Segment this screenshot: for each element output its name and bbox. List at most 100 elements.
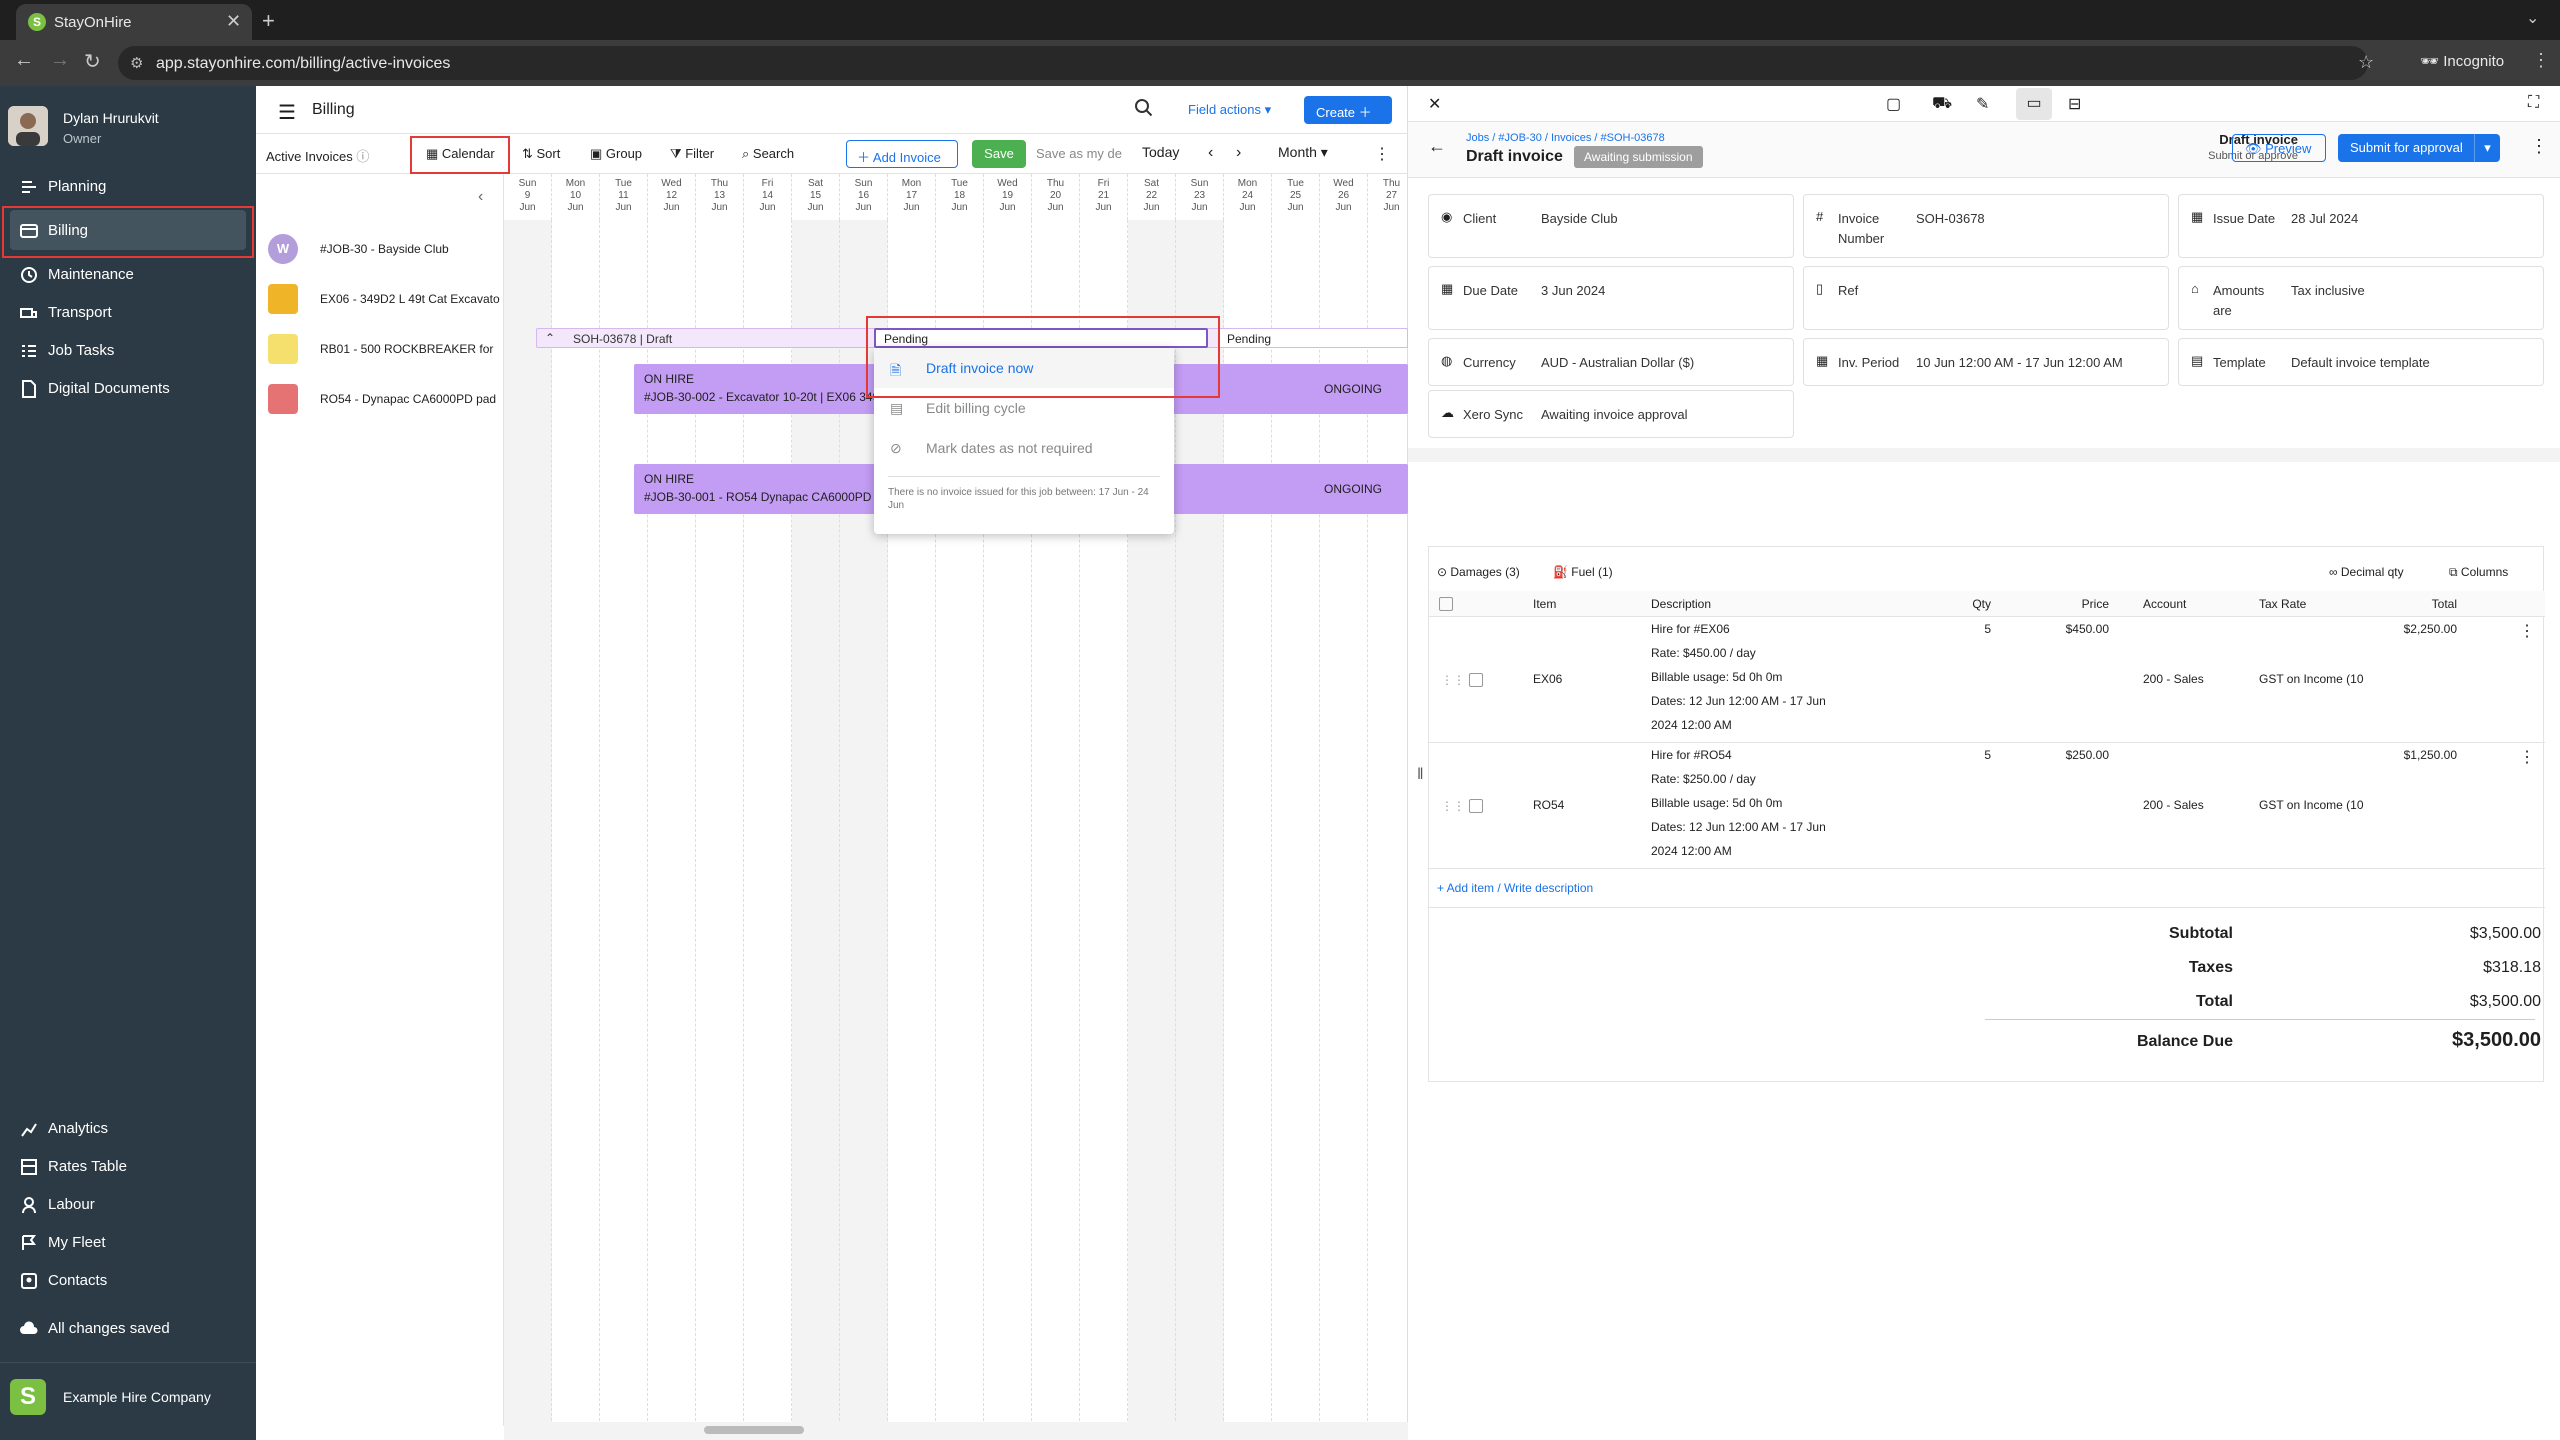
template-field[interactable]: ▤ Template Default invoice template <box>2178 338 2544 386</box>
scrollbar-thumb[interactable] <box>704 1426 804 1434</box>
account-cell[interactable]: 200 - Sales <box>2143 793 2204 817</box>
row-checkbox[interactable] <box>1469 673 1483 687</box>
row-checkbox[interactable] <box>1469 799 1483 813</box>
description-cell[interactable]: Hire for #EX06 Rate: $450.00 / day Billa… <box>1651 617 1826 737</box>
columns-button[interactable]: ⧉ Columns <box>2449 565 2508 580</box>
tax-rate-cell[interactable]: GST on Income (10 <box>2259 667 2369 691</box>
due-date-field[interactable]: ▦ Due Date 3 Jun 2024 <box>1428 266 1794 330</box>
column-header[interactable]: Item <box>1533 597 1556 611</box>
chevron-down-icon[interactable]: ▾ <box>2474 134 2500 162</box>
back-icon[interactable]: ← <box>1428 136 1446 157</box>
price-cell[interactable]: $250.00 <box>2029 743 2109 767</box>
menu-icon[interactable]: ☰ <box>278 100 296 125</box>
more-options-icon[interactable]: ⋮ <box>1374 144 1390 164</box>
incognito-indicator[interactable]: 🕶 Incognito <box>2420 52 2504 70</box>
resource-row[interactable]: RO54 - Dynapac CA6000PD pad <box>256 374 504 424</box>
sidebar-item-planning[interactable]: Planning <box>0 166 256 206</box>
next-period-icon[interactable]: › <box>1236 144 1241 162</box>
column-header[interactable]: Description <box>1651 597 1711 611</box>
breadcrumb[interactable]: Jobs / #JOB-30 / Invoices / #SOH-03678 <box>1466 132 1665 144</box>
back-icon[interactable]: ← <box>14 49 34 72</box>
forward-icon[interactable]: → <box>50 49 70 72</box>
drag-handle-icon[interactable]: ⋮⋮ <box>1441 799 1465 813</box>
damages-tab[interactable]: ⊙ Damages (3) <box>1437 565 1520 579</box>
sidebar-item-job-tasks[interactable]: Job Tasks <box>0 330 256 370</box>
site-info-icon[interactable]: ⚙ <box>130 54 143 72</box>
more-options-icon[interactable]: ⋮ <box>2530 136 2548 157</box>
sidebar-item-contacts[interactable]: Contacts <box>0 1260 256 1300</box>
preview-button[interactable]: 👁 Preview <box>2232 134 2326 162</box>
close-icon[interactable]: ✕ <box>1428 94 1441 114</box>
issue-date-field[interactable]: ▦ Issue Date 28 Jul 2024 <box>2178 194 2544 258</box>
table-row[interactable]: ⋮⋮ RO54 Hire for #RO54 Rate: $250.00 / d… <box>1429 743 2545 869</box>
resource-row[interactable]: EX06 - 349D2 L 49t Cat Excavator <box>256 274 504 324</box>
browser-menu-icon[interactable]: ⋮ <box>2532 50 2550 71</box>
today-button[interactable]: Today <box>1142 144 1179 160</box>
column-header[interactable]: Tax Rate <box>2259 597 2306 611</box>
collapse-icon[interactable]: ‹ <box>478 188 483 206</box>
save-as-default-button[interactable]: Save as my de <box>1036 146 1122 161</box>
table-row[interactable]: ⋮⋮ EX06 Hire for #EX06 Rate: $450.00 / d… <box>1429 617 2545 743</box>
xero-sync-field[interactable]: ☁ Xero Sync Awaiting invoice approval <box>1428 390 1794 438</box>
group-button[interactable]: ▣ Group <box>590 146 642 162</box>
column-header[interactable]: Qty <box>1961 597 1991 611</box>
field-actions-button[interactable]: Field actions ▾ <box>1188 102 1271 118</box>
address-bar[interactable]: ⚙ app.stayonhire.com/billing/active-invo… <box>118 46 2374 80</box>
save-button[interactable]: Save <box>972 140 1026 168</box>
filter-button[interactable]: ⧩ Filter <box>670 146 714 162</box>
currency-field[interactable]: ◍ Currency AUD - Australian Dollar ($) <box>1428 338 1794 386</box>
qty-cell[interactable]: 5 <box>1961 743 1991 767</box>
sidebar-item-maintenance[interactable]: Maintenance <box>0 254 256 294</box>
decimal-qty-toggle[interactable]: ∞ Decimal qty <box>2329 565 2404 579</box>
close-tab-icon[interactable]: ✕ <box>226 11 241 32</box>
add-item-link[interactable]: + Add item / Write description <box>1437 881 1593 895</box>
invoice-number-field[interactable]: # Invoice Number SOH-03678 <box>1803 194 2169 258</box>
column-header[interactable]: Account <box>2143 597 2186 611</box>
sort-button[interactable]: ⇅ Sort <box>522 146 560 162</box>
info-icon[interactable]: ⓘ <box>356 149 369 164</box>
sidebar-item-labour[interactable]: Labour <box>0 1184 256 1224</box>
sidebar-item-analytics[interactable]: Analytics <box>0 1108 256 1148</box>
fuel-tab[interactable]: ⛽ Fuel (1) <box>1553 565 1613 579</box>
day-column[interactable] <box>504 220 552 1426</box>
transport-icon[interactable]: ⛟ <box>1932 94 1952 114</box>
browser-tab[interactable]: S StayOnHire ✕ <box>16 4 252 40</box>
account-cell[interactable]: 200 - Sales <box>2143 667 2204 691</box>
bookmark-star-icon[interactable]: ☆ <box>2358 52 2374 73</box>
sidebar-item-my-fleet[interactable]: My Fleet <box>0 1222 256 1262</box>
edit-doc-icon[interactable]: ✎ <box>1976 94 1989 114</box>
prev-period-icon[interactable]: ‹ <box>1208 144 1213 162</box>
column-header[interactable]: Price <box>2059 597 2109 611</box>
row-options-icon[interactable]: ⋮ <box>2519 621 2535 641</box>
sidebar-item-digital-documents[interactable]: Digital Documents <box>0 368 256 408</box>
amounts-are-field[interactable]: ⌂ Amounts are Tax inclusive <box>2178 266 2544 330</box>
resource-row[interactable]: RB01 - 500 ROCKBREAKER for <box>256 324 504 374</box>
add-invoice-button[interactable]: ＋ Add Invoice <box>846 140 958 168</box>
resource-row[interactable]: W #JOB-30 - Bayside Club <box>256 224 504 274</box>
avatar[interactable] <box>8 106 48 146</box>
billing-tab-icon[interactable]: ▭ <box>2016 88 2052 120</box>
column-header[interactable]: Total <box>2389 597 2457 611</box>
day-column[interactable] <box>552 220 600 1426</box>
sidebar-item-rates-table[interactable]: Rates Table <box>0 1146 256 1186</box>
search-button[interactable]: ⌕ Search <box>742 146 794 162</box>
pending-period-bar[interactable]: Pending <box>1218 328 1408 348</box>
client-field[interactable]: ◉ Client Bayside Club <box>1428 194 1794 258</box>
mark-not-required-item[interactable]: ⊘ Mark dates as not required <box>874 428 1174 468</box>
expand-icon[interactable]: ⌃ <box>545 331 555 345</box>
reload-icon[interactable]: ↻ <box>84 49 101 74</box>
company-switcher[interactable]: S Example Hire Company <box>0 1362 256 1440</box>
sidebar-item-transport[interactable]: Transport <box>0 292 256 332</box>
inv-period-field[interactable]: ▦ Inv. Period 10 Jun 12:00 AM - 17 Jun 12:… <box>1803 338 2169 386</box>
price-cell[interactable]: $450.00 <box>2029 617 2109 641</box>
resize-handle[interactable]: ‖ <box>1417 766 1424 784</box>
create-button[interactable]: Create ＋ <box>1304 96 1392 124</box>
description-cell[interactable]: Hire for #RO54 Rate: $250.00 / day Billa… <box>1651 743 1826 863</box>
panel-layout-icon[interactable]: ⊟ <box>2068 94 2081 114</box>
tab-search-icon[interactable]: ⌄ <box>2526 8 2539 28</box>
row-options-icon[interactable]: ⋮ <box>2519 747 2535 767</box>
submit-for-approval-button[interactable]: Submit for approval ▾ <box>2338 134 2500 162</box>
qty-cell[interactable]: 5 <box>1961 617 1991 641</box>
new-tab-icon[interactable]: + <box>262 8 275 34</box>
ref-field[interactable]: ▯ Ref <box>1803 266 2169 330</box>
